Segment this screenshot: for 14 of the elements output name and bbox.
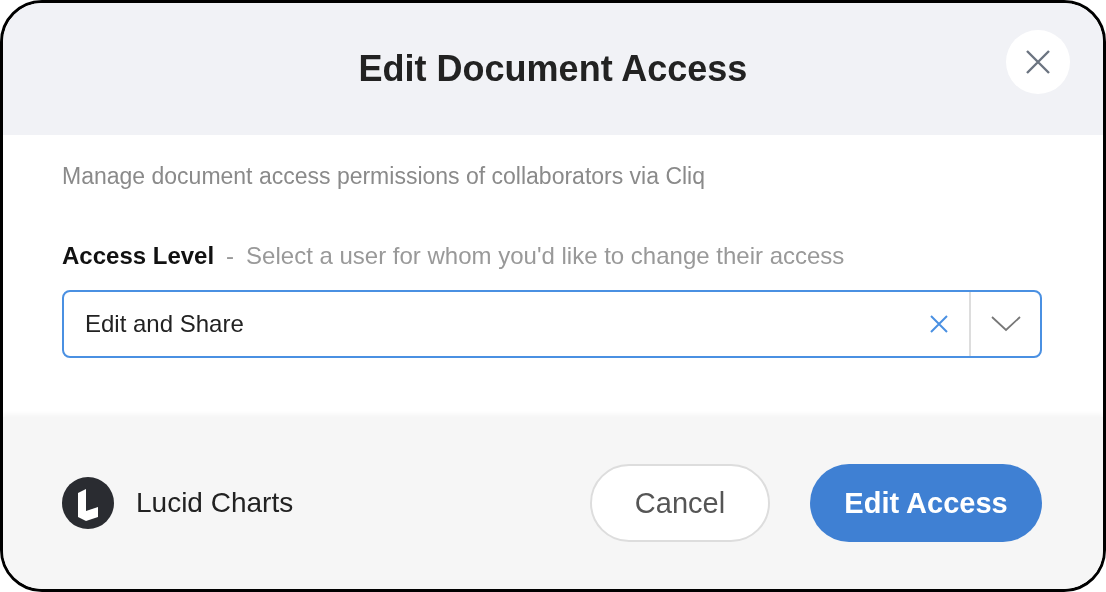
separator-text: - — [226, 242, 235, 270]
app-logo-icon — [62, 477, 114, 529]
access-level-select[interactable]: Edit and Share — [62, 290, 1042, 358]
app-name: Lucid Charts — [136, 487, 294, 519]
cancel-button[interactable]: Cancel — [590, 464, 770, 542]
chevron-down-icon — [990, 316, 1021, 332]
select-value: Edit and Share — [84, 310, 245, 338]
edit-access-button[interactable]: Edit Access — [810, 464, 1042, 542]
clear-icon — [930, 315, 948, 333]
description-text: Manage document access permissions of collaborators via Cliq — [62, 163, 707, 190]
field-hint: Select a user for whom you'd like to change their access — [246, 242, 845, 270]
field-label: Access Level — [62, 242, 215, 270]
dialog-title: Edit Document Access — [358, 48, 748, 90]
close-icon — [1025, 49, 1051, 75]
